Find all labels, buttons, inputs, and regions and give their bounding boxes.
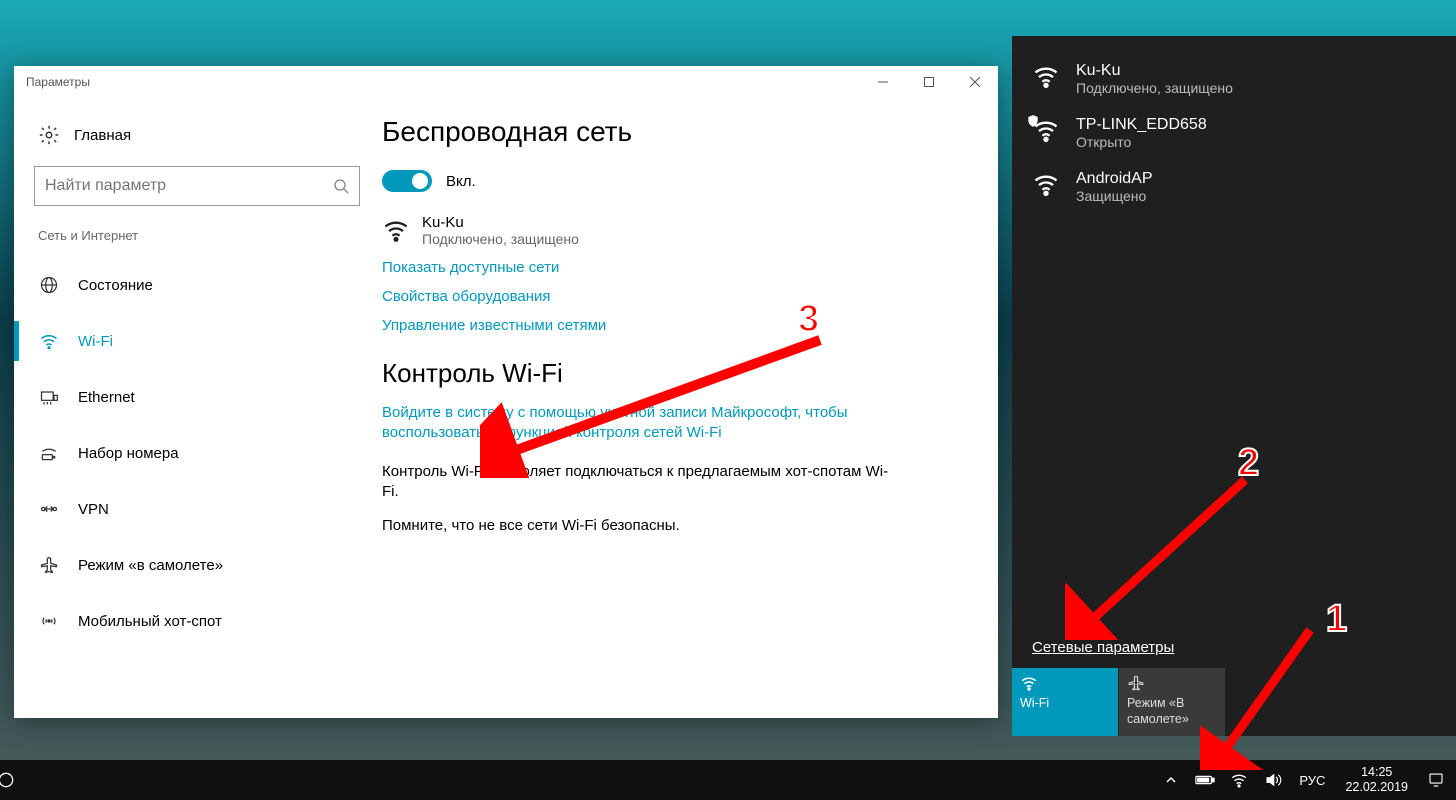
nav-dialup[interactable]: Набор номера <box>34 425 360 481</box>
tray-time: 14:25 <box>1345 765 1408 780</box>
tray-language[interactable]: РУС <box>1299 773 1325 788</box>
wifi-sense-desc: Контроль Wi-Fi позволяет подключаться к … <box>382 462 902 503</box>
nav-label: Состояние <box>78 277 153 294</box>
nav-airplane[interactable]: Режим «в самолете» <box>34 537 360 593</box>
search-box[interactable] <box>34 166 360 206</box>
manage-networks-link[interactable]: Управление известными сетями <box>382 317 972 334</box>
taskbar: РУС 14:25 22.02.2019 <box>0 760 1456 800</box>
flyout-net-status: Подключено, защищено <box>1076 80 1233 96</box>
tray-wifi-icon[interactable] <box>1225 760 1253 800</box>
nav-label: VPN <box>78 501 109 518</box>
tile-airplane[interactable]: Режим «В самолете» <box>1119 668 1225 736</box>
tray-chevron-icon[interactable] <box>1157 760 1185 800</box>
wifi-icon <box>382 216 410 244</box>
search-input[interactable] <box>45 177 333 195</box>
hardware-props-link[interactable]: Свойства оборудования <box>382 288 972 305</box>
network-name: Ku-Ku <box>422 214 579 231</box>
tray-date: 22.02.2019 <box>1345 780 1408 795</box>
nav-ethernet[interactable]: Ethernet <box>34 369 360 425</box>
network-status: Подключено, защищено <box>422 231 579 247</box>
network-flyout: Ku-Ku Подключено, защищено TP-LINK_EDD65… <box>1012 36 1456 736</box>
nav-label: Режим «в самолете» <box>78 557 223 574</box>
flyout-net-name: TP-LINK_EDD658 <box>1076 116 1207 134</box>
quick-tiles: Wi-Fi Режим «В самолете» <box>1012 668 1456 736</box>
show-networks-link[interactable]: Показать доступные сети <box>382 259 972 276</box>
home-button[interactable]: Главная <box>38 124 360 146</box>
section-heading: Контроль Wi-Fi <box>382 358 972 389</box>
signin-link[interactable]: Войдите в систему с помощью учетной запи… <box>382 403 902 444</box>
ethernet-icon <box>38 386 60 408</box>
flyout-network-kuku[interactable]: Ku-Ku Подключено, защищено <box>1012 52 1456 106</box>
taskbar-cortana-icon[interactable] <box>0 760 20 800</box>
close-button[interactable] <box>952 66 998 98</box>
nav-hotspot[interactable]: Мобильный хот-спот <box>34 593 360 649</box>
hotspot-icon <box>38 610 60 632</box>
tray-volume-icon[interactable] <box>1259 760 1287 800</box>
wifi-icon <box>38 330 60 352</box>
wifi-icon <box>1032 170 1060 198</box>
nav-label: Ethernet <box>78 389 135 406</box>
search-icon <box>333 178 349 194</box>
home-label: Главная <box>74 127 131 144</box>
section-label: Сеть и Интернет <box>38 228 360 243</box>
settings-window: Параметры Главная Сеть и Интернет <box>14 66 998 718</box>
flyout-network-tplink[interactable]: TP-LINK_EDD658 Открыто <box>1012 106 1456 160</box>
nav-vpn[interactable]: VPN <box>34 481 360 537</box>
tray-clock[interactable]: 14:25 22.02.2019 <box>1345 765 1408 795</box>
page-heading: Беспроводная сеть <box>382 116 972 148</box>
content-area: Беспроводная сеть Вкл. Ku-Ku Подключено,… <box>376 98 998 718</box>
wifi-toggle[interactable] <box>382 170 432 192</box>
vpn-icon <box>38 498 60 520</box>
tile-label: Режим «В самолете» <box>1127 696 1217 727</box>
tile-label: Wi-Fi <box>1020 696 1110 712</box>
nav-status[interactable]: Состояние <box>34 257 360 313</box>
minimize-button[interactable] <box>860 66 906 98</box>
globe-icon <box>38 274 60 296</box>
nav-label: Мобильный хот-спот <box>78 613 222 630</box>
sidebar: Главная Сеть и Интернет Состояние Wi-Fi … <box>14 98 376 718</box>
tray-battery-icon[interactable] <box>1191 760 1219 800</box>
current-network[interactable]: Ku-Ku Подключено, защищено <box>382 214 972 247</box>
flyout-net-status: Защищено <box>1076 188 1153 204</box>
dialup-icon <box>38 442 60 464</box>
flyout-net-status: Открыто <box>1076 134 1207 150</box>
nav-label: Набор номера <box>78 445 179 462</box>
tile-wifi[interactable]: Wi-Fi <box>1012 668 1118 736</box>
tray-notifications-icon[interactable] <box>1422 760 1450 800</box>
shield-icon <box>1026 114 1040 128</box>
wifi-icon <box>1020 674 1038 692</box>
airplane-icon <box>1127 674 1145 692</box>
titlebar: Параметры <box>14 66 998 98</box>
nav-label: Wi-Fi <box>78 333 113 350</box>
nav-wifi[interactable]: Wi-Fi <box>34 313 360 369</box>
wifi-sense-warn: Помните, что не все сети Wi-Fi безопасны… <box>382 516 902 536</box>
network-settings-link[interactable]: Сетевые параметры <box>1012 639 1456 668</box>
flyout-net-name: AndroidAP <box>1076 170 1153 188</box>
window-title: Параметры <box>26 75 90 89</box>
flyout-network-androidap[interactable]: AndroidAP Защищено <box>1012 160 1456 214</box>
maximize-button[interactable] <box>906 66 952 98</box>
airplane-icon <box>38 554 60 576</box>
gear-icon <box>38 124 60 146</box>
toggle-label: Вкл. <box>446 173 476 190</box>
flyout-net-name: Ku-Ku <box>1076 62 1233 80</box>
wifi-icon <box>1032 62 1060 90</box>
